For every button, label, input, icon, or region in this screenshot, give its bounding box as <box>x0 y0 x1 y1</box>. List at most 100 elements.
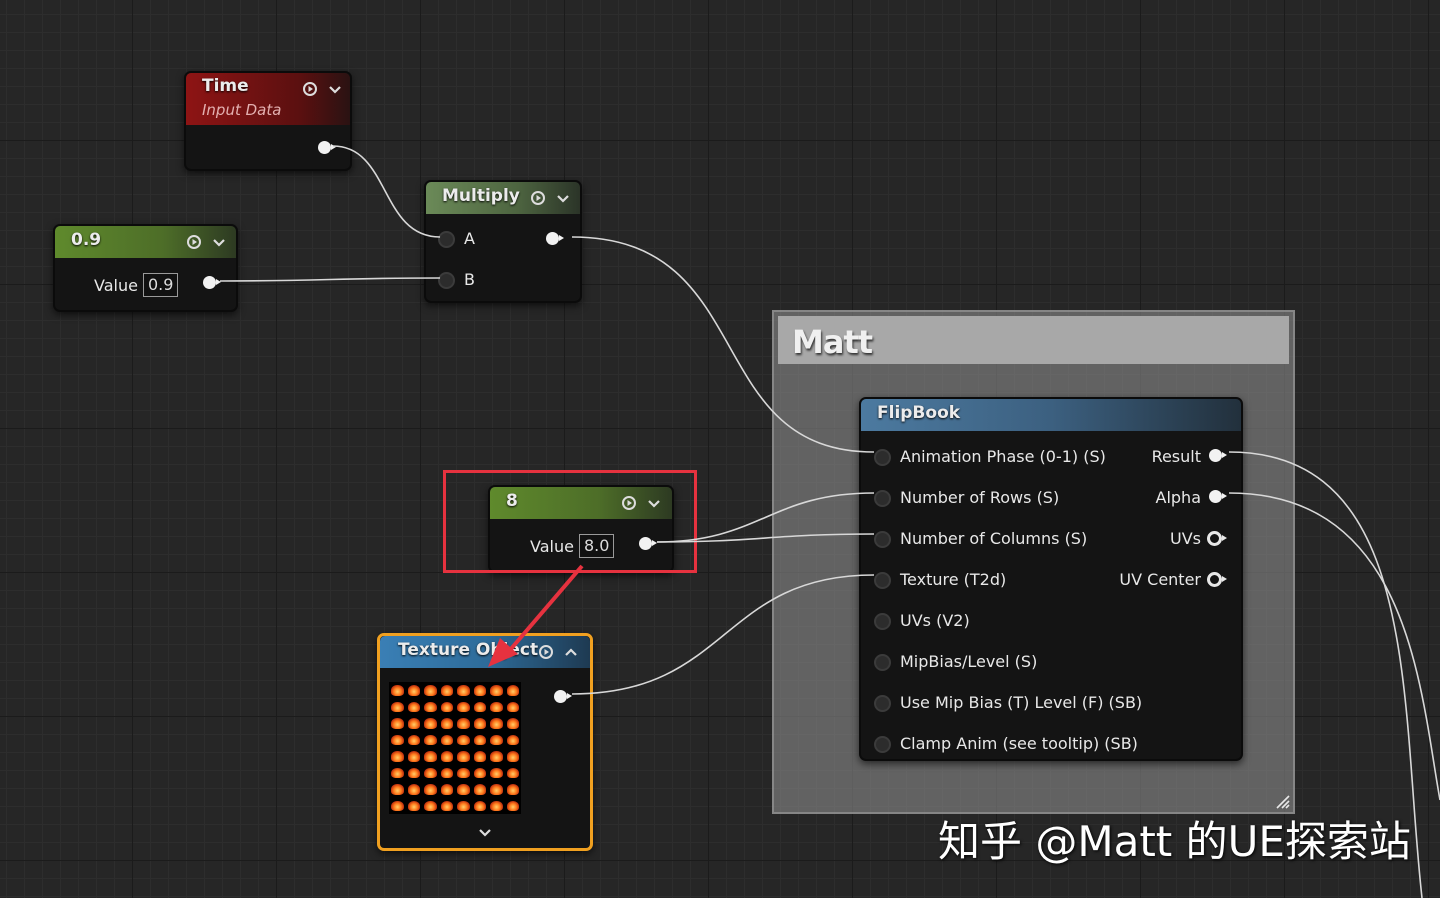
flipbook-input-pin[interactable] <box>874 449 891 466</box>
preview-toggle-icon[interactable] <box>302 81 318 97</box>
flipbook-input-pin[interactable] <box>874 572 891 589</box>
sprite-frame <box>407 734 420 745</box>
flipbook-input-pin[interactable] <box>874 490 891 507</box>
sprite-frame <box>424 718 437 729</box>
annotation-highlight-box <box>443 470 697 573</box>
resize-grip-icon[interactable] <box>1274 793 1290 809</box>
sprite-frame <box>473 734 486 745</box>
sprite-frame <box>391 734 404 745</box>
sprite-frame <box>440 800 453 811</box>
time-node[interactable]: Time Input Data <box>184 71 352 171</box>
sprite-frame <box>506 734 519 745</box>
sprite-frame <box>391 751 404 762</box>
flipbook-input-pin[interactable] <box>874 531 891 548</box>
sprite-frame <box>457 751 470 762</box>
flipbook-input-label: Number of Columns (S) <box>900 529 1088 548</box>
sprite-frame <box>457 734 470 745</box>
flipbook-input-label: Use Mip Bias (T) Level (F) (SB) <box>900 693 1143 712</box>
sprite-frame <box>391 685 404 696</box>
sprite-frame <box>490 685 503 696</box>
expand-chevron-icon[interactable] <box>563 644 579 660</box>
multiply-header[interactable]: Multiply <box>426 182 580 214</box>
flipbook-input-label: UVs (V2) <box>900 611 970 630</box>
sprite-frame <box>506 685 519 696</box>
sprite-frame <box>424 800 437 811</box>
constant-0-9-node[interactable]: 0.9 Value 0.9 <box>53 224 238 312</box>
constant-0-9-header[interactable]: 0.9 <box>55 226 236 258</box>
flipbook-header[interactable]: FlipBook <box>861 399 1241 431</box>
sprite-frame <box>407 701 420 712</box>
sprite-frame <box>506 701 519 712</box>
multiply-title: Multiply <box>442 186 520 206</box>
sprite-frame <box>424 701 437 712</box>
flipbook-input-label: Number of Rows (S) <box>900 488 1060 507</box>
collapse-chevron-icon[interactable] <box>327 81 343 97</box>
sprite-frame <box>391 701 404 712</box>
flipbook-input-label: MipBias/Level (S) <box>900 652 1038 671</box>
flipbook-output-label: Alpha <box>1155 488 1202 507</box>
comment-title-bar[interactable]: Matt <box>778 316 1289 364</box>
sprite-frame <box>473 718 486 729</box>
sprite-frame <box>457 718 470 729</box>
texture-object-title: Texture Object <box>398 640 539 660</box>
sprite-frame <box>424 685 437 696</box>
flipbook-input-pin[interactable] <box>874 695 891 712</box>
sprite-frame <box>424 784 437 795</box>
sprite-frame <box>490 800 503 811</box>
sprite-frame <box>506 751 519 762</box>
multiply-output-pin[interactable] <box>546 232 564 245</box>
sprite-frame <box>391 784 404 795</box>
constant-0-9-title: 0.9 <box>71 230 102 250</box>
time-output-pin[interactable] <box>318 141 336 154</box>
sprite-frame <box>473 701 486 712</box>
collapse-chevron-icon[interactable] <box>211 234 227 250</box>
sprite-frame <box>407 767 420 778</box>
sprite-frame <box>440 685 453 696</box>
flipbook-output-label: UVs <box>1170 529 1201 548</box>
texture-thumbnail[interactable] <box>389 682 521 814</box>
sprite-frame <box>407 751 420 762</box>
preview-toggle-icon[interactable] <box>530 190 546 206</box>
sprite-frame <box>407 800 420 811</box>
sprite-frame <box>506 718 519 729</box>
flipbook-output-pin[interactable] <box>1209 449 1227 462</box>
sprite-frame <box>490 784 503 795</box>
collapse-chevron-icon[interactable] <box>555 190 571 206</box>
preview-toggle-icon[interactable] <box>186 234 202 250</box>
flipbook-input-pin[interactable] <box>874 736 891 753</box>
multiply-input-b-pin[interactable] <box>438 272 455 289</box>
flipbook-output-pin[interactable] <box>1207 572 1227 587</box>
collapse-chevron-icon[interactable] <box>477 824 493 840</box>
sprite-frame <box>490 701 503 712</box>
sprite-frame <box>457 800 470 811</box>
time-node-header[interactable]: Time Input Data <box>186 73 350 125</box>
sprite-frame <box>407 784 420 795</box>
flipbook-title: FlipBook <box>877 403 961 423</box>
flipbook-output-pin[interactable] <box>1209 490 1227 503</box>
time-node-title: Time <box>202 76 249 96</box>
multiply-node[interactable]: Multiply A B <box>424 180 582 303</box>
texture-object-header[interactable]: Texture Object <box>380 636 590 668</box>
watermark-text: 知乎 @Matt 的UE探索站 <box>938 817 1411 866</box>
wire-09-to-multiply-b <box>219 277 441 282</box>
multiply-input-a-pin[interactable] <box>438 231 455 248</box>
sprite-frame <box>490 751 503 762</box>
sprite-frame <box>407 718 420 729</box>
flipbook-output-pin[interactable] <box>1207 531 1227 546</box>
sprite-frame <box>506 784 519 795</box>
sprite-frame <box>473 685 486 696</box>
constant-0-9-output-pin[interactable] <box>203 276 221 289</box>
multiply-pin-a-label: A <box>464 229 475 248</box>
texture-object-node[interactable]: Texture Object <box>377 633 593 851</box>
sprite-frame <box>506 800 519 811</box>
sprite-frame <box>473 800 486 811</box>
texture-object-output-pin[interactable] <box>554 690 572 703</box>
flipbook-node[interactable]: FlipBook Animation Phase (0-1) (S) Number… <box>859 397 1243 761</box>
sprite-frame <box>490 718 503 729</box>
value-field-0-9[interactable]: 0.9 <box>143 273 179 297</box>
comment-title: Matt <box>792 323 873 361</box>
flipbook-input-pin[interactable] <box>874 613 891 630</box>
preview-toggle-icon[interactable] <box>538 644 554 660</box>
flipbook-input-pin[interactable] <box>874 654 891 671</box>
sprite-frame <box>473 751 486 762</box>
